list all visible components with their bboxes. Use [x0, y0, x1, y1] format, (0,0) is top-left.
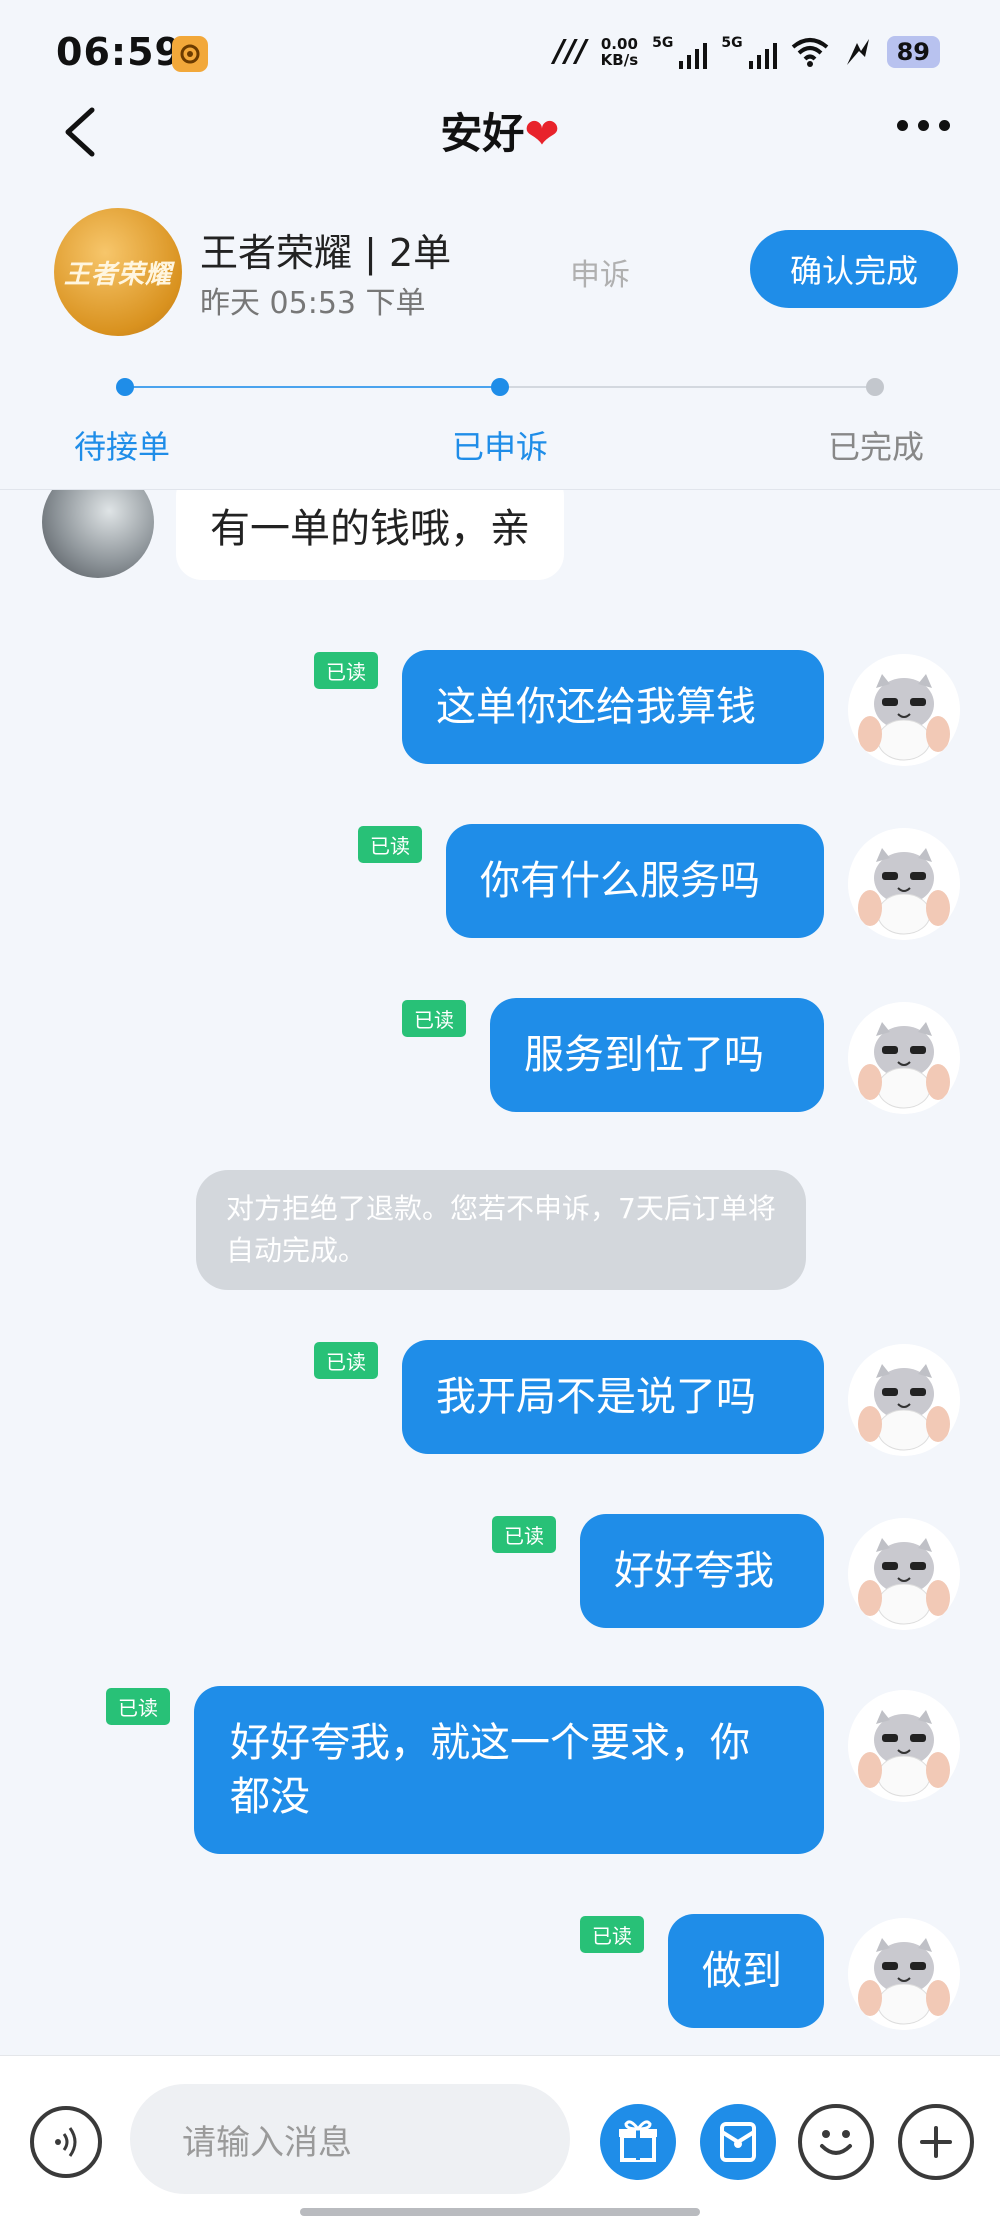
my-avatar[interactable] — [848, 1918, 960, 2030]
notification-app-icon — [172, 36, 208, 72]
message-text: 这单你还给我算钱 — [436, 684, 756, 730]
message-bubble-sent[interactable]: 好好夸我 — [580, 1514, 824, 1628]
message-bubble-sent[interactable]: 好好夸我，就这一个要求，你都没 — [194, 1686, 824, 1854]
heart-icon: ❤ — [524, 109, 560, 158]
message-text: 你有什么服务吗 — [480, 858, 760, 904]
my-avatar[interactable] — [848, 1344, 960, 1456]
net-speed: 0.00 KB/s — [601, 36, 638, 68]
message-text: 有一单的钱哦，亲 — [210, 506, 530, 552]
signal-icon-2: 5G — [721, 34, 777, 69]
my-avatar[interactable] — [848, 1518, 960, 1630]
read-badge: 已读 — [314, 652, 378, 689]
chat-title: 安好❤ — [0, 100, 1000, 161]
step-completed: 已完成 — [828, 428, 925, 466]
my-avatar[interactable] — [848, 654, 960, 766]
step-dot-2 — [491, 378, 509, 396]
signal-icon: 5G — [652, 34, 708, 69]
step-pending-accept: 待接单 — [74, 428, 171, 466]
contact-avatar[interactable] — [42, 490, 154, 578]
step-dot-3 — [866, 378, 884, 396]
message-text: 好好夸我，就这一个要求，你都没 — [230, 1720, 750, 1820]
message-bubble-sent[interactable]: 做到 — [668, 1914, 824, 2028]
nav-bar: 安好❤ — [0, 90, 1000, 170]
my-avatar[interactable] — [848, 828, 960, 940]
read-badge: 已读 — [314, 1342, 378, 1379]
charging-icon — [846, 38, 869, 65]
more-options-icon[interactable] — [897, 120, 950, 131]
voice-input-icon[interactable] — [30, 2106, 102, 2178]
read-badge: 已读 — [106, 1688, 170, 1725]
progress-line-pending — [500, 386, 876, 388]
gift-icon[interactable] — [600, 2104, 676, 2180]
battery-level: 89 — [886, 35, 940, 68]
wifi-icon — [791, 37, 828, 67]
chat-title-text: 安好 — [440, 109, 525, 158]
order-card: 王者荣耀 王者荣耀 | 2单 昨天 05:53 下单 申诉 确认完成 待接单 已… — [0, 200, 1000, 490]
order-title: 王者荣耀 | 2单 — [200, 231, 452, 275]
appeal-button[interactable]: 申诉 — [570, 250, 630, 294]
step-appealed: 已申诉 — [452, 428, 549, 466]
game-logo: 王者荣耀 — [54, 208, 182, 336]
red-packet-icon[interactable] — [700, 2104, 776, 2180]
plus-icon[interactable] — [898, 2104, 974, 2180]
carrier-logo-icon: /// — [553, 34, 587, 69]
game-logo-text: 王者荣耀 — [63, 259, 172, 290]
chat-area[interactable]: 有一单的钱哦，亲 已读 这单你还给我算钱 已读 你有什么服务吗 已读 服务到位了… — [0, 490, 1000, 2055]
net-speed-value: 0.00 — [600, 34, 638, 53]
message-bubble-sent[interactable]: 我开局不是说了吗 — [402, 1340, 824, 1454]
signal-label: 5G — [652, 34, 674, 51]
read-badge: 已读 — [580, 1916, 644, 1953]
status-time: 06:59 — [56, 30, 182, 74]
message-text: 好好夸我 — [614, 1548, 774, 1594]
home-indicator[interactable] — [300, 2208, 700, 2216]
system-notice: 对方拒绝了退款。您若不申诉，7天后订单将自动完成。 — [196, 1170, 806, 1290]
message-bubble-sent[interactable]: 服务到位了吗 — [490, 998, 824, 1112]
read-badge: 已读 — [402, 1000, 466, 1037]
message-input[interactable]: 请输入消息 — [130, 2084, 570, 2194]
my-avatar[interactable] — [848, 1690, 960, 1802]
step-dot-1 — [116, 378, 134, 396]
emoji-icon[interactable] — [798, 2104, 874, 2180]
message-bubble-sent[interactable]: 这单你还给我算钱 — [402, 650, 824, 764]
order-time: 昨天 05:53 下单 — [200, 286, 426, 321]
read-badge: 已读 — [492, 1516, 556, 1553]
my-avatar[interactable] — [848, 1002, 960, 1114]
message-bubble-received[interactable]: 有一单的钱哦，亲 — [176, 490, 564, 580]
message-text: 我开局不是说了吗 — [436, 1374, 756, 1420]
confirm-complete-button[interactable]: 确认完成 — [750, 230, 958, 308]
progress-line-done — [124, 386, 500, 388]
message-text: 做到 — [702, 1948, 782, 1994]
net-speed-unit: KB/s — [600, 50, 639, 69]
signal-label-2: 5G — [721, 34, 743, 51]
input-bar: 请输入消息 — [0, 2055, 1000, 2222]
read-badge: 已读 — [358, 826, 422, 863]
message-text: 服务到位了吗 — [524, 1032, 764, 1078]
message-bubble-sent[interactable]: 你有什么服务吗 — [446, 824, 824, 938]
